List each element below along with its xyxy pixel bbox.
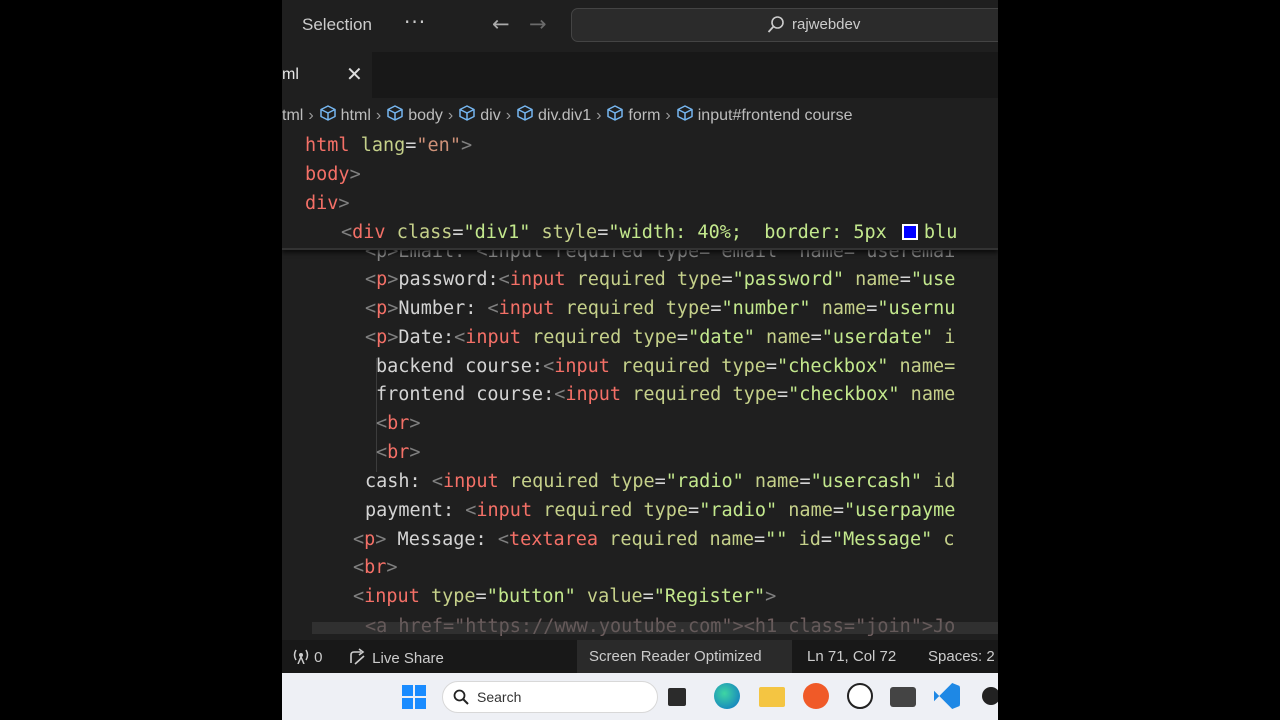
code-line-br-3[interactable]: <br> [353, 554, 398, 582]
box-icon [606, 104, 624, 127]
live-share-icon [350, 648, 365, 665]
breadcrumb-item[interactable]: html [341, 107, 371, 125]
forward-arrow-icon[interactable]: → [529, 12, 547, 36]
explorer-icon[interactable] [759, 687, 785, 707]
vscode-window: Selection ··· ← → rajwebdev ml ✕ tml › htm… [282, 0, 998, 720]
sticky-line-body[interactable]: body> [305, 161, 361, 189]
code-line-payment[interactable]: payment: <input required type="radio" na… [365, 497, 955, 525]
ports-indicator[interactable]: 0 [292, 648, 323, 666]
edge-icon[interactable] [714, 683, 740, 709]
chevron-right-icon: › [375, 106, 382, 124]
taskbar-search-label: Search [477, 689, 522, 705]
sticky-scroll-header: html lang="en"> body> div> <div class="d… [282, 132, 998, 250]
app-icon-ball[interactable] [847, 683, 873, 709]
antenna-icon [293, 649, 309, 665]
tab-bar: ml ✕ [282, 52, 998, 98]
app-icon-edge-cut[interactable] [982, 687, 998, 705]
color-swatch-blue[interactable] [901, 223, 918, 240]
app-icon-orange[interactable] [803, 683, 829, 709]
code-line-frontend-course[interactable]: frontend course:<input required type="ch… [376, 381, 955, 409]
code-line-register-button[interactable]: <input type="button" value="Register"> [353, 583, 776, 611]
sticky-line-div[interactable]: div> [305, 190, 350, 218]
command-center-text: rajwebdev [792, 16, 861, 33]
windows-taskbar: Search [282, 673, 998, 720]
close-icon[interactable]: ✕ [346, 62, 363, 86]
menu-selection[interactable]: Selection [302, 15, 372, 35]
breadcrumb-item[interactable]: input#frontend course [698, 107, 853, 125]
breadcrumb-item[interactable]: form [628, 107, 660, 125]
indentation-status[interactable]: Spaces: 2 [928, 648, 995, 665]
screen-reader-status[interactable]: Screen Reader Optimized [589, 648, 762, 665]
title-bar: Selection ··· ← → rajwebdev [282, 0, 998, 52]
windows-icon[interactable] [402, 685, 426, 709]
breadcrumb-item[interactable]: body [408, 107, 443, 125]
app-icon-dark[interactable] [890, 687, 916, 707]
breadcrumb-item[interactable]: tml [282, 107, 303, 125]
chevron-right-icon: › [447, 106, 454, 124]
sticky-line-html[interactable]: html lang="en"> [305, 132, 472, 160]
live-share-button[interactable]: Live Share [348, 648, 444, 667]
horizontal-scrollbar[interactable] [312, 622, 998, 634]
code-line-number[interactable]: <p>Number: <input required type="number"… [365, 295, 955, 323]
cursor-position[interactable]: Ln 71, Col 72 [807, 648, 896, 665]
search-icon [767, 16, 784, 33]
breadcrumb-item[interactable]: div.div1 [538, 107, 591, 125]
tab-label: ml [282, 66, 299, 83]
back-arrow-icon[interactable]: ← [492, 12, 510, 36]
box-icon [458, 104, 476, 127]
box-icon [516, 104, 534, 127]
box-icon [676, 104, 694, 127]
chevron-right-icon: › [308, 106, 314, 124]
chevron-right-icon: › [505, 106, 512, 124]
code-line-backend-course[interactable]: backend course:<input required type="che… [376, 353, 955, 381]
code-line-br-1[interactable]: <br> [376, 410, 421, 438]
live-share-label: Live Share [372, 650, 444, 667]
search-icon [453, 689, 469, 705]
breadcrumb-item[interactable]: div [480, 107, 500, 125]
code-line-br-2[interactable]: <br> [376, 439, 421, 467]
command-center-search[interactable]: rajwebdev [571, 8, 998, 42]
sticky-line-div1[interactable]: <div class="div1" style="width: 40%; bor… [341, 219, 957, 247]
status-bar: 0 Live Share Screen Reader Optimized Ln … [282, 640, 998, 673]
code-line-date[interactable]: <p>Date:<input required type="date" name… [365, 324, 955, 352]
taskbar-search[interactable]: Search [442, 681, 658, 713]
chevron-right-icon: › [665, 106, 671, 124]
code-line-password[interactable]: <p>password:<input required type="passwo… [365, 266, 955, 294]
task-view-icon[interactable] [668, 688, 686, 706]
code-editor[interactable]: html lang="en"> body> div> <div class="d… [282, 132, 998, 640]
box-icon [319, 104, 337, 127]
box-icon [386, 104, 404, 127]
vscode-icon[interactable] [934, 683, 960, 709]
chevron-right-icon: › [596, 106, 602, 124]
tab-html-file[interactable]: ml ✕ [282, 52, 372, 98]
code-line-message[interactable]: <p> Message: <textarea required name="" … [353, 526, 955, 554]
menu-more-button[interactable]: ··· [404, 10, 426, 34]
breadcrumb: tml › html › body › div › div.div1 › form › input#fr… [282, 104, 998, 130]
ports-count: 0 [314, 649, 323, 666]
code-line-cash[interactable]: cash: <input required type="radio" name=… [365, 468, 955, 496]
